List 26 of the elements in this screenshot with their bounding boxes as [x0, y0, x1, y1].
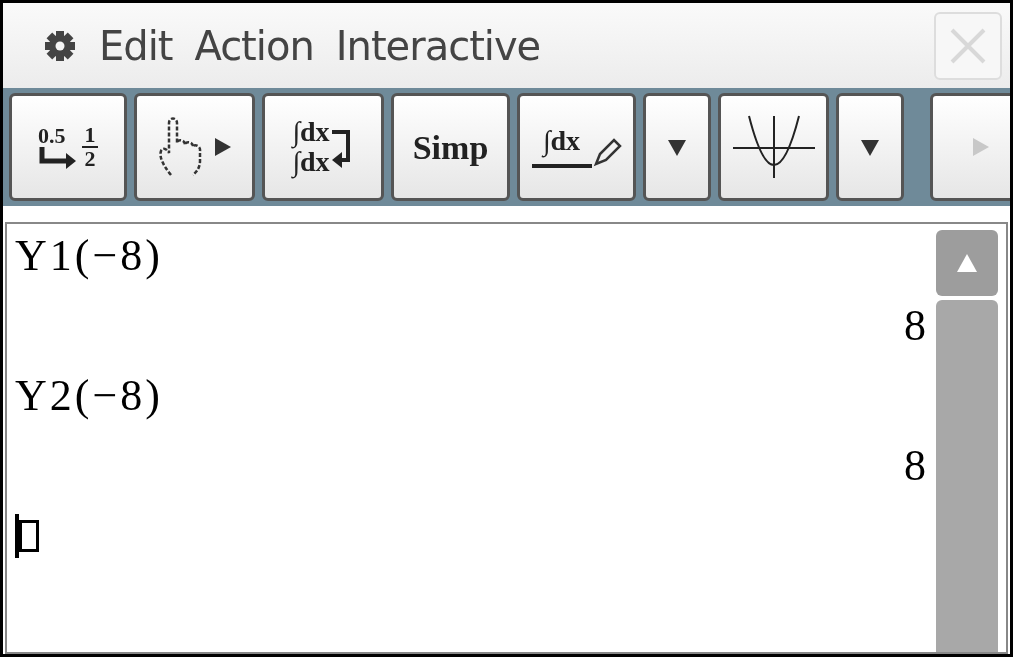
numerator: 1	[84, 124, 96, 146]
toolbar-button[interactable]: ∫dx	[517, 93, 636, 201]
toolbar-button[interactable]	[643, 93, 711, 201]
scroll-up-button[interactable]	[936, 230, 998, 296]
settings-icon[interactable]	[43, 28, 77, 63]
input-expression[interactable]: Y2(−8)	[15, 374, 926, 418]
decimal-label: 0.5	[38, 125, 66, 147]
bent-arrow-icon	[38, 147, 78, 169]
integral-label: ∫dx	[540, 126, 582, 156]
input-expression[interactable]: Y1(−8)	[15, 234, 926, 278]
caret-up-icon	[957, 254, 977, 272]
menu-item[interactable]: Edit	[99, 25, 173, 66]
toolbar-button[interactable]	[134, 93, 255, 201]
pencil-icon	[591, 138, 622, 168]
toolbar-button[interactable]: Simp	[391, 93, 510, 201]
toolbar-button[interactable]: 0.5 1 2	[9, 93, 127, 201]
toolbar-button[interactable]	[836, 93, 904, 201]
toolbar-button[interactable]: ∫dx ∫dx	[262, 93, 384, 201]
result-value: 8	[904, 444, 926, 488]
integral-label: ∫dx	[292, 117, 330, 147]
parabola-graph-icon	[730, 114, 817, 180]
menu-item[interactable]: Action	[194, 25, 314, 66]
menu-item[interactable]: Interactive	[335, 25, 541, 66]
result-value: 8	[904, 304, 926, 348]
toolbar-button[interactable]	[718, 93, 829, 201]
denominator: 2	[84, 148, 96, 170]
